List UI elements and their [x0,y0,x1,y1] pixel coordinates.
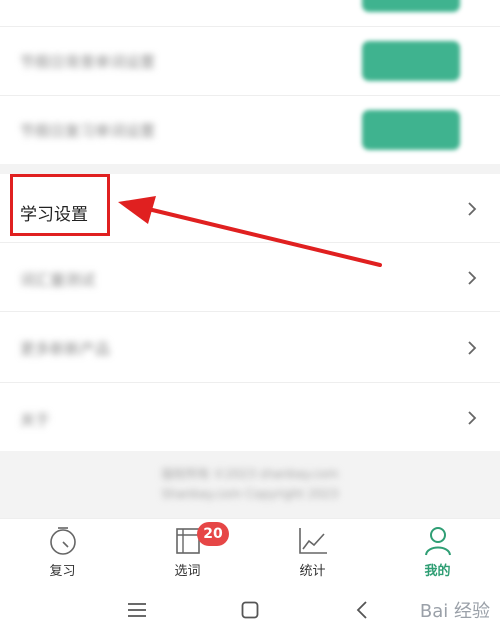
menu-icon[interactable] [127,601,147,619]
timer-icon [49,527,76,555]
copyright-line-1: 版权所有 ©2023 shanbay.com [161,467,339,481]
tab-review[interactable]: 复习 [0,520,125,580]
tab-select-words-label: 选词 [174,564,201,579]
notification-badge: 20 [197,522,229,546]
arrow-annotation [118,196,382,267]
chart-icon [298,528,327,554]
top-partial-button[interactable] [362,0,460,12]
about-label: 关于 [20,411,51,429]
watermark: Bai 经验 [419,601,490,622]
tabbar-divider [0,518,500,519]
tab-mine-label: 我的 [424,564,451,579]
tab-stats[interactable]: 统计 [250,520,375,580]
setting-row-holiday-review: 节假日复习单词设置 [0,96,500,164]
chevron-right-icon [468,411,477,425]
setting-row-more-products[interactable]: 更多新新产品 [0,312,500,382]
chevron-right-icon [468,341,477,355]
setting-row-holiday-background: 节假日背景单词设置 [0,27,500,95]
setting-row-label: 节假日背景单词设置 [20,53,156,71]
tab-select-words[interactable]: 选词 [125,520,250,580]
tab-mine[interactable]: 我的 [375,520,500,580]
setting-row-label: 节假日复习单词设置 [20,122,156,140]
more-products-label: 更多新新产品 [20,340,111,358]
footer-area: 版权所有 ©2023 shanbay.com Shanbay.com Copyr… [0,451,500,518]
chevron-right-icon [468,271,477,285]
section-separator [0,164,500,174]
back-icon[interactable] [355,600,369,620]
copyright-line-2: Shanbay.com Copyright 2023 [161,487,339,501]
toggle-button[interactable] [362,41,460,81]
vocab-test-label: 词汇量测试 [20,271,96,289]
toggle-button[interactable] [362,110,460,150]
person-icon [424,527,451,556]
chevron-right-icon [468,202,477,216]
setting-row-about[interactable]: 关于 [0,383,500,451]
tab-review-label: 复习 [49,564,76,579]
home-icon[interactable] [241,601,259,619]
highlight-box [10,174,110,236]
tab-stats-label: 统计 [299,564,326,579]
